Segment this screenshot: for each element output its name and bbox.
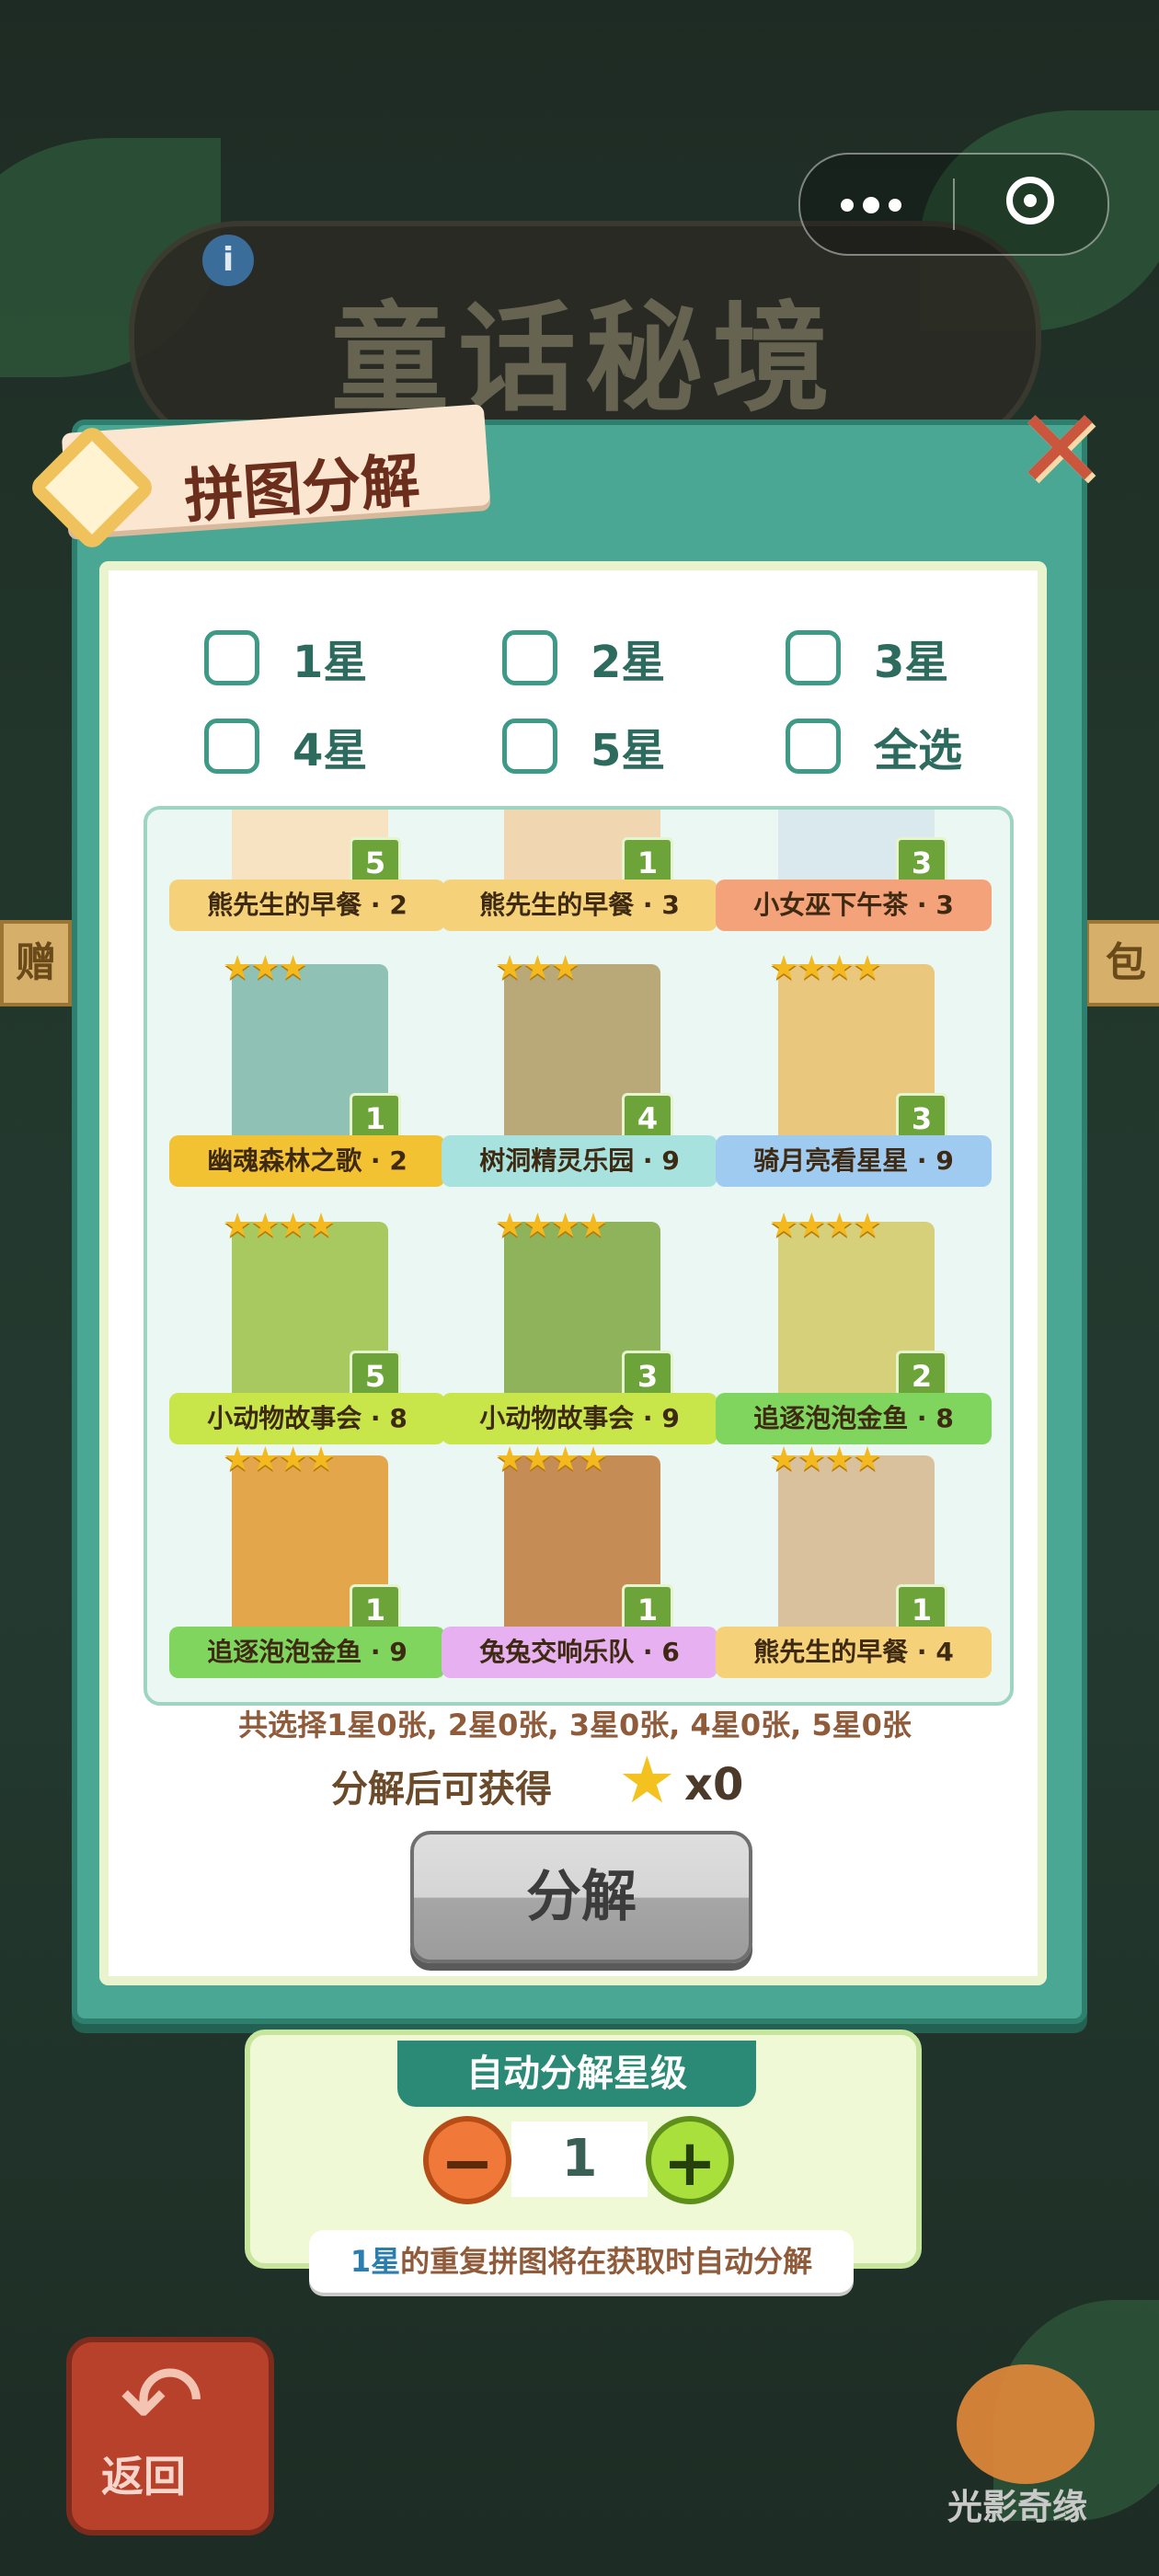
filter-label: 全选 <box>874 725 963 776</box>
star-rating: ★★★ <box>495 949 580 987</box>
star-rating: ★★★★ <box>223 1207 336 1245</box>
filter-3star[interactable]: 3星 <box>786 626 948 690</box>
capsule-menu[interactable] <box>798 153 1109 256</box>
card-ribbon: 小动物故事会 · 8 <box>169 1393 445 1444</box>
card-ribbon: 兔兔交响乐队 · 6 <box>442 1627 717 1678</box>
mascot-logo <box>957 2364 1095 2484</box>
left-side-banner: 赠 <box>0 920 72 1006</box>
card-ribbon: 骑月亮看星星 · 9 <box>716 1135 992 1187</box>
target-icon[interactable] <box>1006 177 1054 224</box>
auto-hint: 1星的重复拼图将在获取时自动分解 <box>309 2230 854 2293</box>
game-title: 童话秘境 <box>330 291 839 428</box>
puzzle-grid[interactable]: 5 熊先生的早餐 · 2 1 熊先生的早餐 · 3 3 小女巫下午茶 · 3 ★… <box>143 806 1014 1706</box>
puzzle-card[interactable]: 1 熊先生的早餐 · 3 <box>442 810 717 948</box>
filter-select-all[interactable]: 全选 <box>786 714 962 778</box>
checkbox[interactable] <box>786 719 841 774</box>
puzzle-card[interactable]: ★★★★ 1 追逐泡泡金鱼 · 9 <box>169 1441 445 1695</box>
brand-logo: 光影奇缘 <box>947 2487 1088 2527</box>
checkbox[interactable] <box>204 719 259 774</box>
right-side-banner: 包 <box>1085 920 1159 1006</box>
card-ribbon: 追逐泡泡金鱼 · 9 <box>169 1627 445 1678</box>
filter-label: 1星 <box>293 637 368 688</box>
card-ribbon: 熊先生的早餐 · 4 <box>716 1627 992 1678</box>
puzzle-card[interactable]: ★★★ 1 幽魂森林之歌 · 2 <box>169 949 445 1203</box>
star-rating: ★★★★ <box>223 1441 336 1478</box>
filter-2star[interactable]: 2星 <box>502 626 665 690</box>
filter-label: 5星 <box>591 725 666 776</box>
puzzle-card[interactable]: ★★★★ 3 骑月亮看星星 · 9 <box>716 949 992 1203</box>
minus-button[interactable]: − <box>423 2116 511 2204</box>
obtain-label: 分解后可获得 <box>331 1768 552 1811</box>
decompose-button[interactable]: 分解 <box>410 1831 752 1963</box>
puzzle-card[interactable]: ★★★ 4 树洞精灵乐园 · 9 <box>442 949 717 1203</box>
star-rating: ★★★★ <box>495 1441 608 1478</box>
info-button[interactable]: i <box>202 235 254 286</box>
plus-button[interactable]: + <box>646 2116 734 2204</box>
checkbox[interactable] <box>502 719 557 774</box>
auto-panel-title: 自动分解星级 <box>397 2041 756 2107</box>
checkbox[interactable] <box>786 630 841 685</box>
star-rating: ★★★★ <box>769 1441 882 1478</box>
card-ribbon: 幽魂森林之歌 · 2 <box>169 1135 445 1187</box>
back-label: 返回 <box>101 2452 186 2501</box>
star-icon: ★ <box>618 1742 676 1818</box>
filter-5star[interactable]: 5星 <box>502 714 665 778</box>
card-ribbon: 小动物故事会 · 9 <box>442 1393 717 1444</box>
filter-label: 3星 <box>874 637 949 688</box>
level-value: 1 <box>511 2122 648 2197</box>
filter-label: 2星 <box>591 637 666 688</box>
filter-1star[interactable]: 1星 <box>204 626 367 690</box>
card-ribbon: 树洞精灵乐园 · 9 <box>442 1135 717 1187</box>
checkbox[interactable] <box>502 630 557 685</box>
more-dots-icon[interactable] <box>841 186 933 223</box>
filter-label: 4星 <box>293 725 368 776</box>
puzzle-card[interactable]: ★★★★ 5 小动物故事会 · 8 <box>169 1207 445 1461</box>
puzzle-card[interactable]: ★★★★ 1 兔兔交响乐队 · 6 <box>442 1441 717 1695</box>
hint-text: 的重复拼图将在获取时自动分解 <box>400 2244 813 2279</box>
puzzle-card[interactable]: 5 熊先生的早餐 · 2 <box>169 810 445 948</box>
star-rating: ★★★★ <box>769 1207 882 1245</box>
hint-level: 1星 <box>350 2244 401 2279</box>
star-rating: ★★★★ <box>769 949 882 987</box>
puzzle-card[interactable]: ★★★★ 1 熊先生的早餐 · 4 <box>716 1441 992 1695</box>
capsule-divider <box>953 178 955 230</box>
card-ribbon: 追逐泡泡金鱼 · 8 <box>716 1393 992 1444</box>
card-ribbon: 熊先生的早餐 · 2 <box>169 880 445 931</box>
close-icon[interactable]: ✕ <box>1014 396 1107 506</box>
star-rating: ★★★ <box>223 949 308 987</box>
selection-summary: 共选择1星0张, 2星0张, 3星0张, 4星0张, 5星0张 <box>238 1708 912 1742</box>
puzzle-card[interactable]: 3 小女巫下午茶 · 3 <box>716 810 992 948</box>
back-arrow-icon: ↶ <box>120 2342 205 2460</box>
star-rating: ★★★★ <box>495 1207 608 1245</box>
filter-4star[interactable]: 4星 <box>204 714 367 778</box>
checkbox[interactable] <box>204 630 259 685</box>
modal-title: 拼图分解 <box>182 447 422 532</box>
obtain-count: x0 <box>684 1759 744 1811</box>
puzzle-card[interactable]: ★★★★ 2 追逐泡泡金鱼 · 8 <box>716 1207 992 1461</box>
card-ribbon: 熊先生的早餐 · 3 <box>442 880 717 931</box>
card-ribbon: 小女巫下午茶 · 3 <box>716 880 992 931</box>
puzzle-card[interactable]: ★★★★ 3 小动物故事会 · 9 <box>442 1207 717 1461</box>
